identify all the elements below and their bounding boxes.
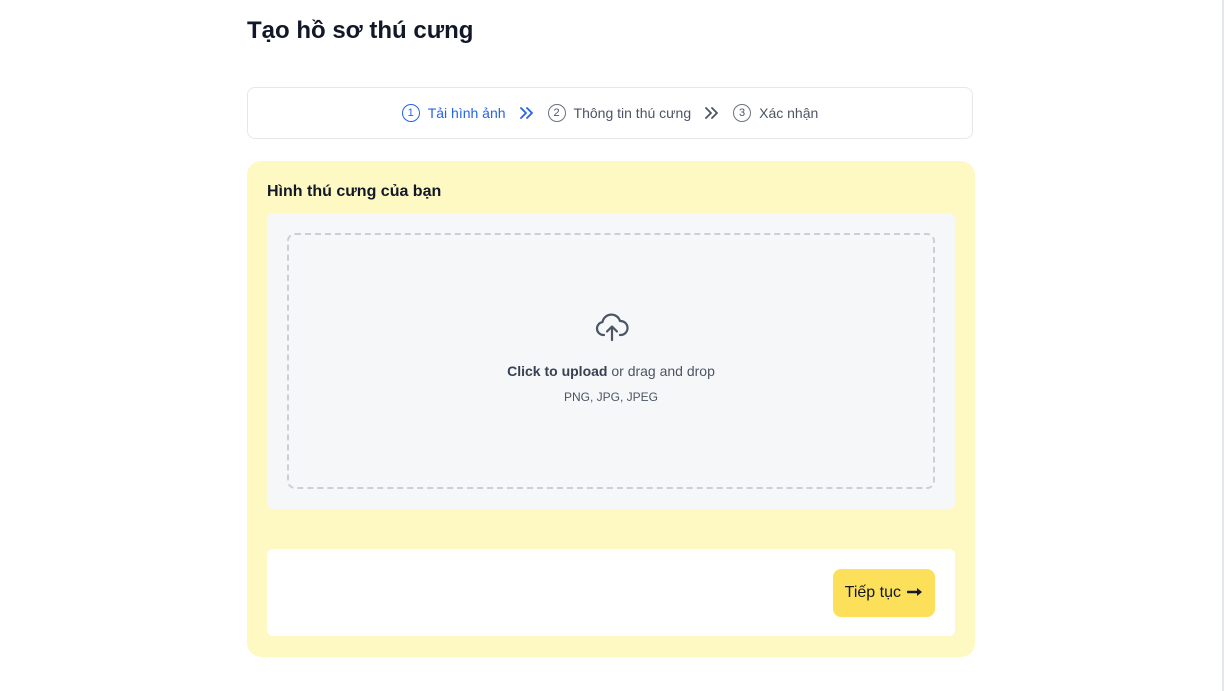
page-title: Tạo hồ sơ thú cưng xyxy=(247,17,474,44)
upload-instructions: Click to upload or drag and drop xyxy=(289,363,933,379)
step-pet-info[interactable]: 2 Thông tin thú cưng xyxy=(547,104,692,122)
step-number: 3 xyxy=(733,104,752,122)
next-button-label: Tiếp tục xyxy=(844,584,901,601)
step-number: 1 xyxy=(401,104,420,122)
step-number: 2 xyxy=(547,104,566,122)
page: Tạo hồ sơ thú cưng 1 Tải hình ảnh 2 Thôn… xyxy=(0,0,1224,691)
upload-dropzone[interactable]: Click to upload or drag and drop PNG, JP… xyxy=(287,233,935,489)
step-label: Xác nhận xyxy=(759,105,819,121)
card-footer: Tiếp tục xyxy=(267,549,955,636)
chevron-double-right-icon xyxy=(705,107,719,119)
step-confirm[interactable]: 3 Xác nhận xyxy=(733,104,818,122)
step-label: Thông tin thú cưng xyxy=(573,105,692,121)
accepted-formats: PNG, JPG, JPEG xyxy=(563,390,659,404)
drag-drop-text: or drag and drop xyxy=(607,363,715,379)
step-label: Tải hình ảnh xyxy=(427,105,506,121)
pet-photo-label: Hình thú cưng của bạn xyxy=(267,183,442,200)
pet-photo-card: Hình thú cưng của bạn Click to upload or… xyxy=(247,161,975,657)
arrow-right-icon xyxy=(906,584,923,602)
cloud-upload-icon xyxy=(595,313,629,343)
step-upload-image[interactable]: 1 Tải hình ảnh xyxy=(401,104,506,122)
upload-container: Click to upload or drag and drop PNG, JP… xyxy=(267,213,955,509)
next-button[interactable]: Tiếp tục xyxy=(832,569,935,617)
click-to-upload-link[interactable]: Click to upload xyxy=(507,363,607,379)
chevron-double-right-icon xyxy=(519,107,534,119)
stepper: 1 Tải hình ảnh 2 Thông tin thú cưng 3 Xá… xyxy=(247,87,973,139)
